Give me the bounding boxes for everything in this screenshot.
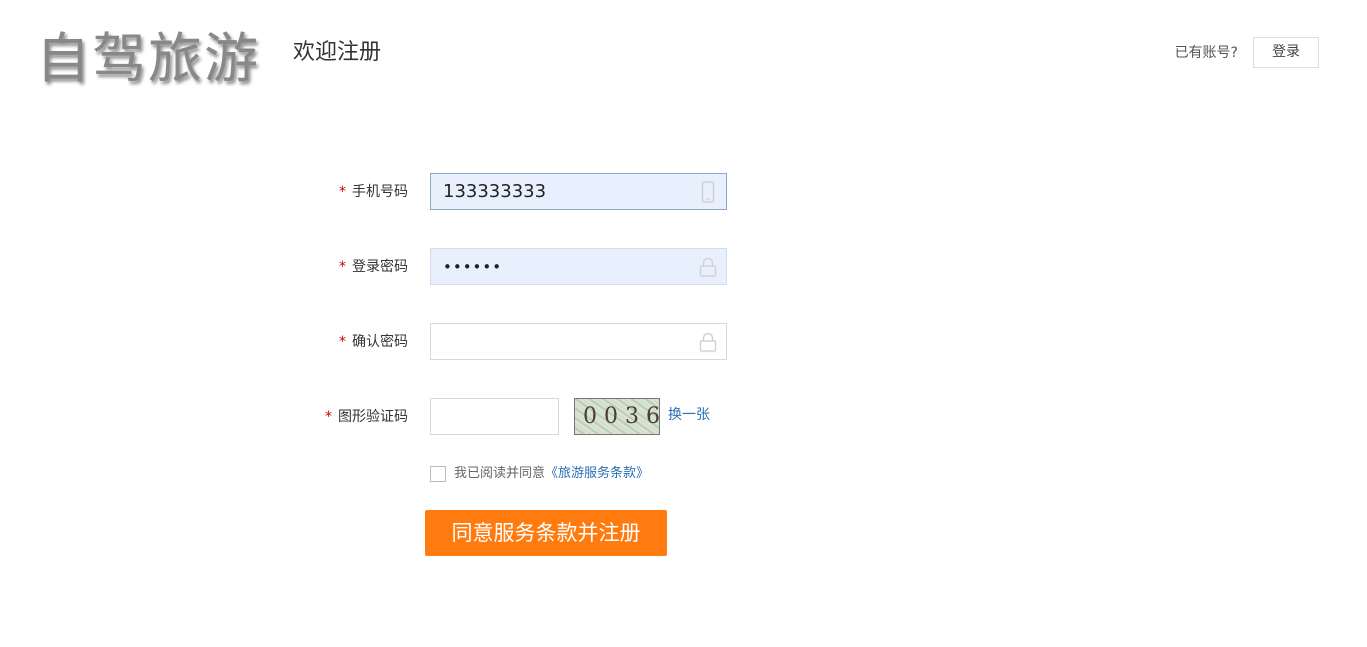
lock-icon [699, 257, 717, 277]
confirm-password-field[interactable] [430, 323, 727, 360]
phone-field[interactable] [430, 173, 727, 210]
confirm-password-input[interactable] [431, 324, 691, 359]
login-button[interactable]: 登录 [1253, 37, 1319, 68]
refresh-captcha-link[interactable]: 换一张 [668, 398, 710, 432]
required-mark: * [339, 334, 346, 350]
required-mark: * [339, 184, 346, 200]
agree-text: 我已阅读并同意 [454, 466, 546, 481]
page-title: 欢迎注册 [293, 40, 382, 65]
lock-icon [699, 332, 717, 352]
terms-link[interactable]: 《旅游服务条款》 [545, 466, 649, 481]
have-account-text: 已有账号? [1174, 45, 1238, 61]
captcha-label: * 图形验证码 [325, 398, 408, 436]
password-label: * 登录密码 [339, 248, 408, 286]
required-mark: * [325, 409, 332, 425]
captcha-field[interactable] [430, 398, 559, 435]
phone-input[interactable] [431, 174, 691, 209]
captcha-image[interactable]: 0036 [574, 398, 660, 435]
captcha-input[interactable] [431, 399, 558, 434]
captcha-label-text: 图形验证码 [338, 409, 408, 425]
captcha-image-text: 0036 [583, 404, 660, 429]
confirm-password-label-text: 确认密码 [352, 334, 408, 350]
agree-terms: 我已阅读并同意《旅游服务条款》 [430, 465, 649, 483]
confirm-password-label: * 确认密码 [339, 323, 408, 361]
captcha-row: * 图形验证码 0036 换一张 [0, 398, 760, 436]
register-submit-button[interactable]: 同意服务条款并注册 [425, 510, 667, 556]
confirm-password-row: * 确认密码 [0, 323, 760, 361]
password-label-text: 登录密码 [352, 259, 408, 275]
agree-checkbox[interactable] [430, 466, 446, 482]
required-mark: * [339, 259, 346, 275]
password-input[interactable] [431, 249, 691, 284]
site-logo: 自驾旅游 [36, 27, 260, 90]
phone-label-text: 手机号码 [352, 184, 408, 200]
password-row: * 登录密码 [0, 248, 760, 286]
phone-label: * 手机号码 [339, 173, 408, 211]
password-field[interactable] [430, 248, 727, 285]
phone-icon [701, 181, 715, 203]
phone-row: * 手机号码 [0, 173, 760, 211]
